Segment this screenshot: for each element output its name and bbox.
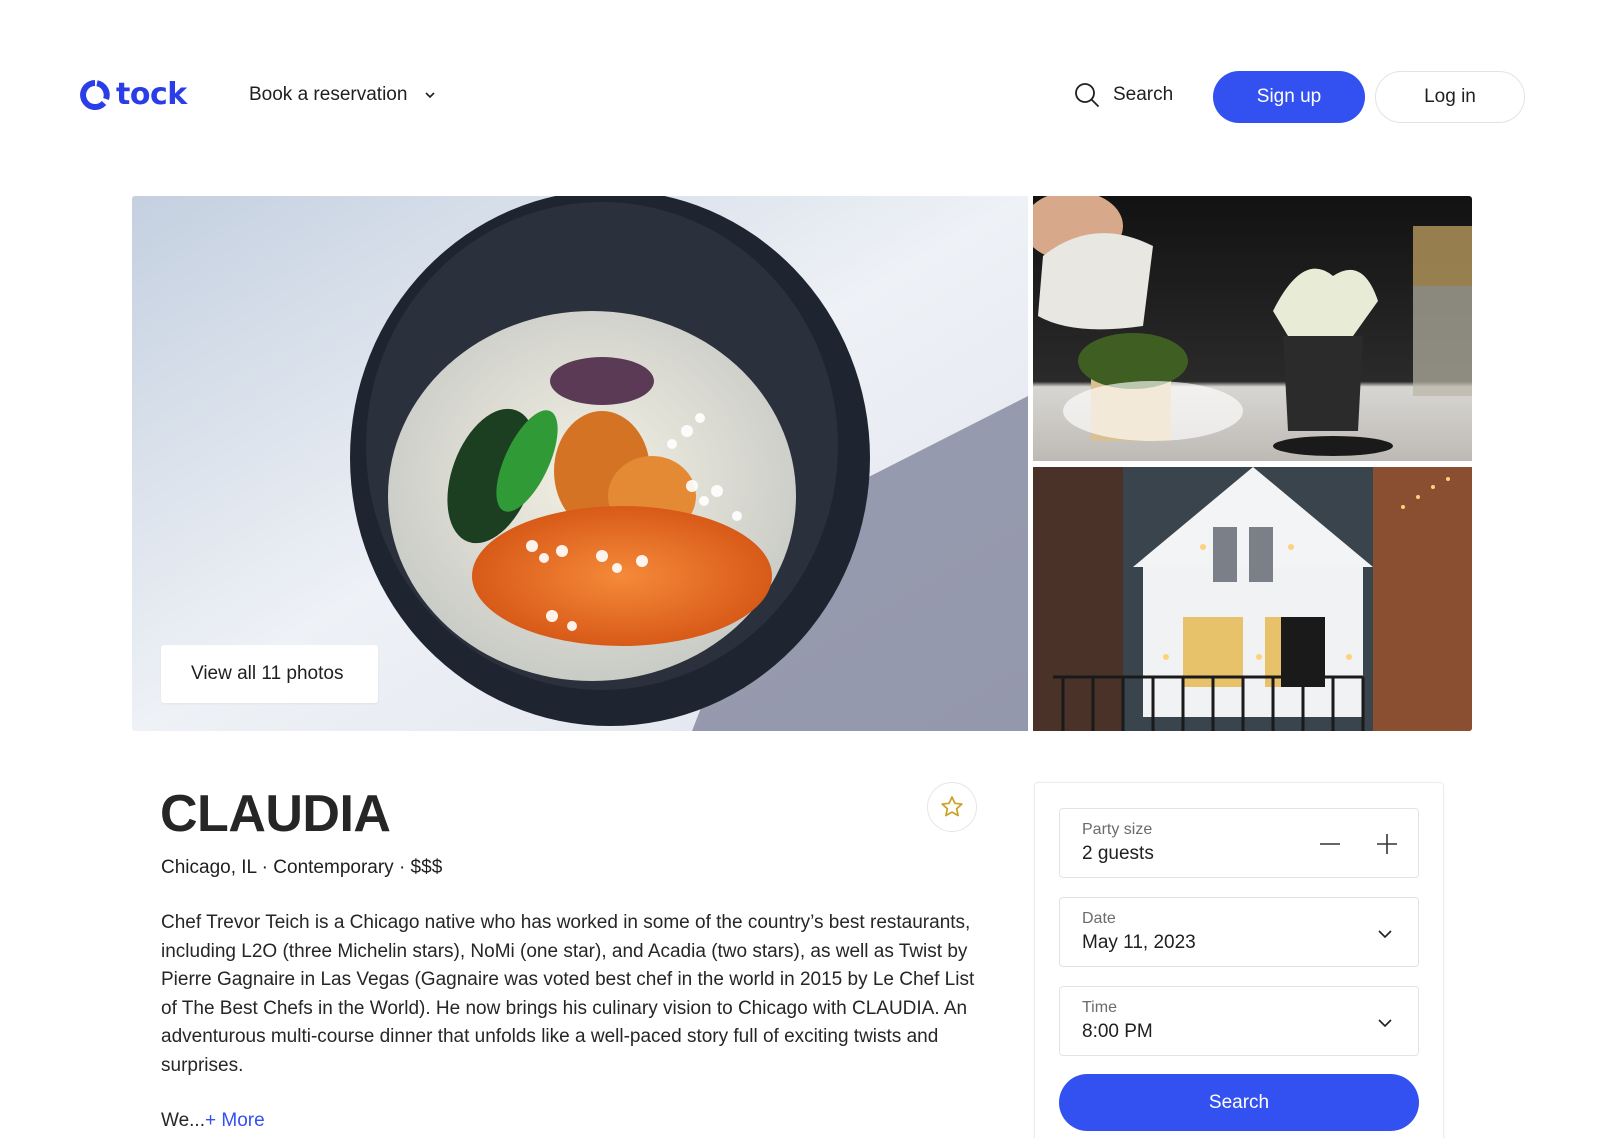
- header-search-link[interactable]: Search: [1073, 81, 1173, 109]
- restaurant-subtitle: Chicago, IL · Contemporary · $$$: [161, 857, 443, 878]
- tock-logo[interactable]: tock: [80, 80, 187, 110]
- restaurant-description: Chef Trevor Teich is a Chicago native wh…: [161, 912, 975, 1076]
- date-value: May 11, 2023: [1082, 932, 1196, 953]
- photo-exterior-image: [1033, 467, 1472, 731]
- restaurant-name: CLAUDIA: [160, 785, 391, 843]
- photo-main-dish[interactable]: View all 11 photos: [132, 196, 1028, 731]
- date-select[interactable]: Date May 11, 2023: [1059, 897, 1419, 967]
- search-label: Search: [1113, 84, 1174, 105]
- search-availability-button[interactable]: Search: [1059, 1074, 1419, 1131]
- book-reservation-menu[interactable]: Book a reservation: [249, 84, 437, 106]
- photo-smoking-dish[interactable]: [1033, 196, 1472, 461]
- search-icon: [1075, 83, 1099, 107]
- book-reservation-label: Book a reservation: [249, 84, 408, 105]
- description-more-line: We...+ More: [161, 1110, 265, 1132]
- photo-smoking-dish-image: [1033, 196, 1472, 461]
- sign-up-button[interactable]: Sign up: [1213, 71, 1365, 123]
- party-size-value: 2 guests: [1082, 843, 1154, 864]
- minus-icon: [1320, 843, 1340, 845]
- increase-party-button[interactable]: [1369, 826, 1405, 862]
- tock-logo-icon: [80, 80, 110, 110]
- date-label: Date: [1082, 910, 1116, 927]
- chevron-down-icon: [1378, 1019, 1392, 1028]
- decrease-party-button[interactable]: [1312, 826, 1348, 862]
- site-header: tock Book a reservation Search Sign up L…: [0, 0, 1600, 194]
- time-value: 8:00 PM: [1082, 1021, 1153, 1042]
- chevron-down-icon: [1378, 930, 1392, 939]
- more-link[interactable]: + More: [205, 1110, 265, 1131]
- view-all-photos-button[interactable]: View all 11 photos: [161, 645, 378, 703]
- favorite-button[interactable]: [927, 782, 977, 832]
- photo-restaurant-exterior[interactable]: [1033, 467, 1472, 731]
- brand-name: tock: [116, 77, 187, 112]
- party-size-field: Party size 2 guests: [1059, 808, 1419, 878]
- booking-card: Party size 2 guests Date May 11, 2023 Ti…: [1034, 782, 1444, 1138]
- photo-gallery: View all 11 photos: [132, 196, 1472, 731]
- truncated-text: We...: [161, 1110, 205, 1131]
- log-in-button[interactable]: Log in: [1375, 71, 1525, 123]
- time-select[interactable]: Time 8:00 PM: [1059, 986, 1419, 1056]
- chevron-down-icon: [425, 92, 435, 99]
- star-outline-icon: [941, 796, 963, 817]
- time-label: Time: [1082, 999, 1117, 1016]
- plus-icon: [1377, 834, 1397, 854]
- party-size-label: Party size: [1082, 821, 1153, 838]
